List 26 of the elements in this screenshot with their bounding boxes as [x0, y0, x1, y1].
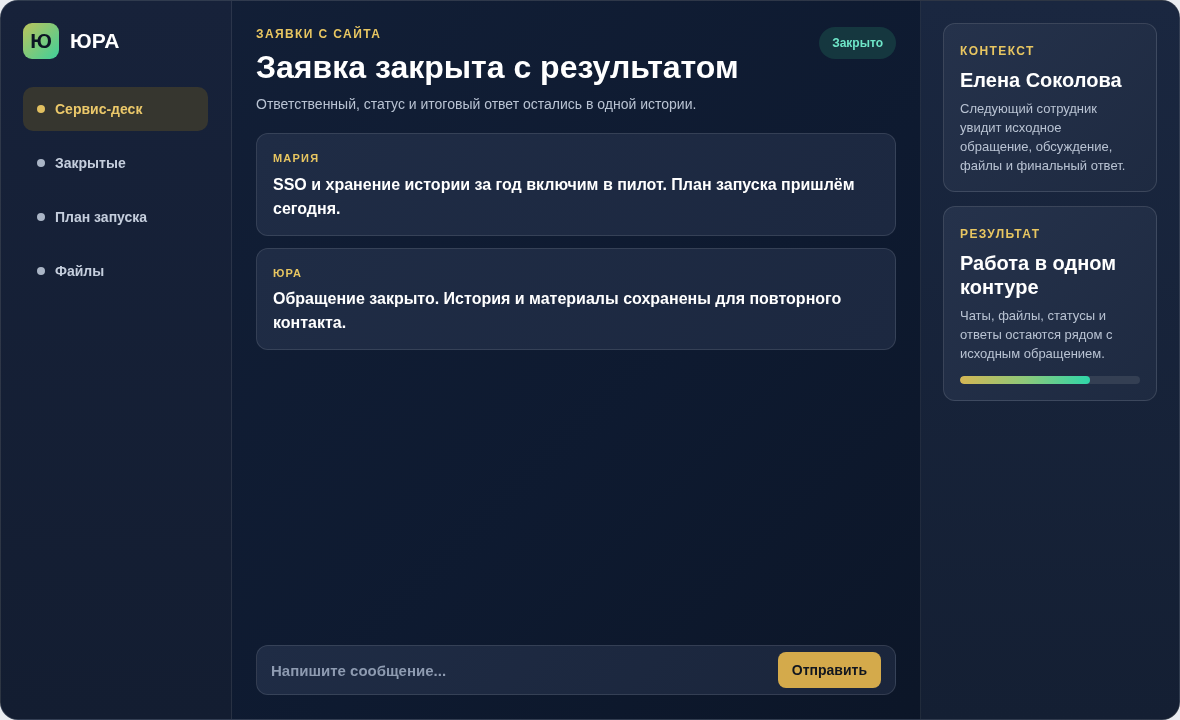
card-title: Работа в одном контуре	[960, 251, 1118, 299]
page-title: Заявка закрыта с результатом	[256, 48, 739, 87]
nav-item[interactable]: Файлы	[23, 249, 208, 293]
message-text: Обращение закрыто. История и материалы сохранены для повторного контакта.	[273, 289, 843, 333]
bullet-icon	[37, 159, 45, 167]
message-author: МАРИЯ	[273, 151, 321, 166]
send-button[interactable]: Отправить	[777, 652, 881, 688]
nav-item[interactable]: Сервис-деск	[23, 87, 208, 131]
brand-name: ЮРА	[70, 28, 120, 55]
bullet-icon	[37, 213, 45, 221]
logo-icon: Ю	[23, 23, 59, 59]
card-text: Чаты, файлы, статусы и ответы остаются рядом с исходным обращением.	[960, 307, 1114, 363]
card-label: КОНТЕКСТ	[960, 43, 1036, 60]
bullet-icon	[37, 105, 45, 113]
message-input[interactable]: Напишите сообщение... Отправить	[256, 645, 896, 695]
card-label: РЕЗУЛЬТАТ	[960, 226, 1042, 243]
card-text: Следующий сотрудник увидит исходное обращение, обсуждение, файлы и финальный ответ.	[960, 100, 1127, 175]
card-title: Елена Соколова	[960, 68, 1123, 92]
nav-item[interactable]: Закрытые	[23, 141, 208, 185]
bullet-icon	[37, 267, 45, 275]
message-text: SSO и хранение истории за год включим в пилот. План запуска пришлём сегодня.	[273, 174, 856, 219]
status-badge: Закрыто	[819, 27, 896, 59]
message-author: ЮРА	[273, 265, 304, 281]
section-label: ЗАЯВКИ С САЙТА	[256, 25, 383, 43]
nav-item[interactable]: План запуска	[23, 195, 208, 239]
page-subtitle: Ответственный, статус и итоговый ответ остались в одной истории.	[256, 95, 698, 114]
